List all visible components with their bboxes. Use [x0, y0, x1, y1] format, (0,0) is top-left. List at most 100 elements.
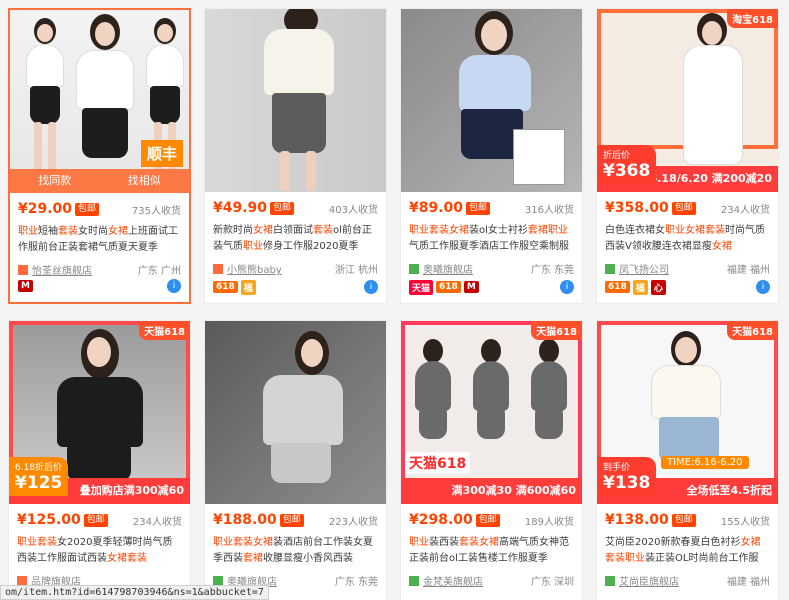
product-price: ¥29.00 — [18, 201, 73, 217]
title-text: 修身工作服2020夏季 — [263, 241, 359, 252]
product-info: ¥138.00 包邮 155人收货 艾尚臣2020新款春夏白色衬衫女裙套装职业装… — [605, 511, 770, 588]
s618-service-icon: 618 — [436, 281, 461, 293]
product-price: ¥188.00 — [213, 512, 277, 528]
shop-icon — [17, 575, 27, 586]
product-title[interactable]: 职业套装女裙装酒店前台工作装女夏季西装套裙收腰显瘦小香风西装 — [213, 535, 378, 567]
tmall-618-badge: 天猫618 — [139, 321, 190, 340]
product-card[interactable]: ¥188.00 包邮 223人收货 职业套装女裙装酒店前台工作装女夏季西装套裙收… — [204, 320, 387, 600]
title-keyword-highlight: 女裙 — [711, 241, 732, 252]
discount-price: ¥125 — [15, 473, 63, 493]
product-title[interactable]: 艾尚臣2020新款春夏白色衬衫女裙套装职业装正装OL时尚前台工作服 — [605, 535, 770, 567]
s618-service-icon: 618 — [213, 281, 238, 293]
product-card[interactable]: 天猫618 TIME:6.16-6.20 全场低至4.5折起 到手价 ¥138 … — [596, 320, 779, 600]
red-service-icon: M — [463, 281, 479, 293]
sales-count: 223人收货 — [328, 516, 378, 528]
wangwang-chat-icon[interactable]: i — [560, 280, 574, 294]
product-card[interactable]: 顺丰 找同款 找相似 ¥29.00 包邮 735人收货 职业短袖套装女时尚女裙上… — [8, 8, 191, 304]
title-text: 装ol女士衬衫 — [469, 225, 528, 236]
free-shipping-badge: 包邮 — [75, 202, 100, 216]
service-icons: 618 福 i — [213, 279, 378, 295]
wangwang-chat-icon[interactable]: i — [167, 279, 181, 293]
product-price: ¥138.00 — [605, 512, 669, 528]
title-keyword-highlight: 套裙 — [243, 553, 263, 564]
free-shipping-badge: 包邮 — [279, 513, 304, 527]
discount-label: 6.18折后价 — [15, 463, 63, 473]
product-info: ¥188.00 包邮 223人收货 职业套装女裙装酒店前台工作装女夏季西装套裙收… — [213, 511, 378, 588]
product-image[interactable]: 天猫618 叠加购店满300减60 6.18折后价 ¥125 — [9, 321, 190, 504]
product-title[interactable]: 职业装西装套装女裙高端气质女神范正装前台ol工装售楼工作服夏季 — [409, 535, 574, 567]
shop-location: 福建 福州 — [726, 577, 770, 588]
shop-location: 福建 福州 — [726, 265, 770, 276]
title-text: 艾尚臣2020新款春夏白色衬衫 — [605, 537, 741, 548]
discount-label: 到手价 — [603, 463, 631, 473]
sales-count: 155人收货 — [720, 516, 770, 528]
shop-location: 广东 东莞 — [530, 265, 574, 276]
wangwang-chat-icon[interactable]: i — [756, 280, 770, 294]
product-image[interactable]: 天猫618 天猫618 满300减30 满600减60 — [401, 321, 582, 504]
shop-icon — [409, 263, 419, 274]
promo-bar: 满300减30 满600减60 — [401, 478, 582, 504]
title-text: 装正装OL时尚前台工作服 — [645, 553, 759, 564]
title-text: 短袖 — [38, 226, 58, 237]
product-title[interactable]: 新款时尚女裙白领面试套装ol前台正装气质职业修身工作服2020夏季 — [213, 223, 378, 255]
product-card[interactable]: ¥89.00 包邮 316人收货 职业套装女裙装ol女士衬衫套裙职业气质工作服夏… — [400, 8, 583, 304]
product-card[interactable]: 天猫618 叠加购店满300减60 6.18折后价 ¥125 ¥125.00 包… — [8, 320, 191, 600]
free-shipping-badge: 包邮 — [270, 201, 295, 215]
shop-link[interactable]: 怡荃丝旗舰店 — [32, 262, 92, 277]
discount-price-box: 到手价 ¥138 — [597, 457, 657, 496]
gold-service-icon: 福 — [240, 279, 256, 295]
title-text: 女时尚 — [78, 226, 108, 237]
status-bar-url: om/item.htm?id=614798703946&ns=1&abbucke… — [0, 585, 269, 600]
title-keyword-highlight: 女裙 — [108, 226, 128, 237]
product-image[interactable]: 淘宝618 6.18/6.20 满200减20 折后价 ¥368 — [597, 9, 778, 192]
discount-price: ¥368 — [603, 161, 651, 181]
product-image[interactable]: 天猫618 TIME:6.16-6.20 全场低至4.5折起 到手价 ¥138 — [597, 321, 778, 504]
shop-link[interactable]: 奥曦旗舰店 — [423, 261, 473, 276]
title-text: 新款时尚 — [213, 225, 253, 236]
shop-icon — [409, 575, 419, 586]
product-card[interactable]: 天猫618 天猫618 满300减30 满600减60 ¥298.00 包邮 1… — [400, 320, 583, 600]
product-image[interactable] — [205, 321, 386, 504]
title-text: 白色连衣裙女 — [605, 225, 665, 236]
product-info: ¥29.00 包邮 735人收货 职业短袖套装女时尚女裙上班面试工作服前台正装套… — [18, 200, 181, 277]
product-title[interactable]: 职业短袖套装女时尚女裙上班面试工作服前台正装套裙气质夏天夏季 — [18, 224, 181, 256]
product-title[interactable]: 职业套装女裙装ol女士衬衫套裙职业气质工作服夏季酒店工作服空乘制服女 — [409, 223, 574, 255]
free-shipping-badge: 包邮 — [83, 513, 108, 527]
title-keyword-highlight: 职业 — [18, 226, 38, 237]
product-image[interactable] — [205, 9, 386, 192]
shop-icon — [605, 263, 615, 274]
product-info: ¥358.00 包邮 234人收货 白色连衣裙女职业女裙套装时尚气质西装V领收腰… — [605, 199, 770, 276]
wangwang-chat-icon[interactable]: i — [364, 280, 378, 294]
product-card[interactable]: ¥49.90 包邮 403人收货 新款时尚女裙白领面试套装ol前台正装气质职业修… — [204, 8, 387, 304]
shop-link[interactable]: 艾尚臣旗舰店 — [619, 573, 679, 588]
product-info: ¥89.00 包邮 316人收货 职业套装女裙装ol女士衬衫套裙职业气质工作服夏… — [409, 199, 574, 276]
product-title[interactable]: 职业套装女2020夏季轻薄时尚气质西装工作服面试西装女裙套装 — [17, 535, 182, 567]
product-image[interactable] — [401, 9, 582, 192]
title-keyword-highlight: 套装 — [58, 226, 78, 237]
product-info: ¥49.90 包邮 403人收货 新款时尚女裙白领面试套装ol前台正装气质职业修… — [213, 199, 378, 276]
free-shipping-badge: 包邮 — [466, 201, 491, 215]
product-title[interactable]: 白色连衣裙女职业女裙套装时尚气质西装V领收腰连衣裙显瘦女裙 — [605, 223, 770, 255]
free-shipping-badge: 包邮 — [475, 513, 500, 527]
product-info: ¥125.00 包邮 234人收货 职业套装女2020夏季轻薄时尚气质西装工作服… — [17, 511, 182, 588]
gold-service-icon: 福 — [632, 279, 648, 295]
discount-price-box: 6.18折后价 ¥125 — [9, 457, 69, 496]
title-text: 装西装 — [429, 537, 459, 548]
shop-link[interactable]: 金梵美旗舰店 — [423, 573, 483, 588]
title-keyword-highlight: 职业女裙套装 — [665, 225, 725, 236]
product-card[interactable]: 淘宝618 6.18/6.20 满200减20 折后价 ¥368 ¥358.00… — [596, 8, 779, 304]
title-keyword-highlight: 套装女裙 — [459, 537, 499, 548]
title-text: 收腰显瘦小香风西装 — [263, 553, 353, 564]
find-similar-button[interactable]: 找相似 — [100, 169, 190, 193]
shop-link[interactable]: 小熊熊baby — [227, 261, 282, 276]
product-image[interactable]: 顺丰 找同款 找相似 — [10, 10, 189, 193]
red-service-icon: 心 — [650, 279, 666, 295]
title-keyword-highlight: 套装 — [313, 225, 333, 236]
title-keyword-highlight: 职业 — [409, 537, 429, 548]
free-shipping-badge: 包邮 — [671, 201, 696, 215]
shop-location: 广东 东莞 — [334, 577, 378, 588]
shop-link[interactable]: 凤飞扬公司 — [619, 261, 669, 276]
discount-label: 折后价 — [603, 151, 631, 161]
taobao-618-badge: 淘宝618 — [727, 9, 778, 28]
find-same-button[interactable]: 找同款 — [10, 169, 100, 193]
